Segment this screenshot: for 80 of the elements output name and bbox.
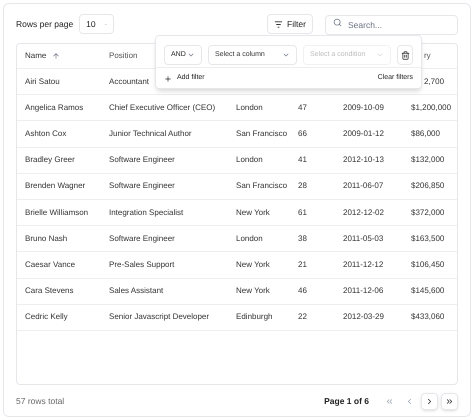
table-cell: San Francisco: [236, 128, 288, 138]
table-cell: Junior Technical Author: [109, 128, 192, 138]
table-cell: Airi Satou: [25, 76, 60, 86]
table-cell: 2011-12-06: [343, 286, 384, 296]
table-cell: 61: [298, 208, 307, 217]
table-cell: $86,000: [411, 128, 440, 138]
plus-icon: [164, 74, 172, 82]
filter-icon: [274, 20, 284, 28]
chevron-left-icon: [405, 396, 414, 406]
table-cell: Cedric Kelly: [25, 312, 68, 322]
chevron-down-icon: [282, 51, 290, 59]
column-header[interactable]: Name: [25, 50, 46, 62]
table-cell: $1,200,000: [411, 102, 452, 112]
table-cell: 2011-12-12: [343, 260, 384, 269]
filter-button[interactable]: Filter: [267, 14, 313, 34]
table-cell: Software Engineer: [109, 155, 175, 164]
table-cell: 66: [298, 128, 307, 138]
table-cell: New York: [236, 260, 270, 269]
table-cell: 2009-10-09: [343, 102, 384, 112]
table-cell: 2012-12-02: [343, 208, 384, 217]
table-cell: Caesar Vance: [25, 260, 76, 269]
search-field[interactable]: Search...: [325, 15, 458, 35]
rows-total-text: 57 rows total: [16, 394, 64, 408]
table-cell: 47: [298, 102, 307, 112]
table-cell: London: [236, 102, 263, 112]
table-cell: Bradley Greer: [25, 155, 75, 164]
pagination-button[interactable]: [441, 392, 458, 410]
double-chevron-left-icon: [385, 396, 394, 406]
table-cell: Brenden Wagner: [25, 181, 86, 190]
rows-per-page-label: Rows per page: [16, 18, 74, 30]
table-cell: London: [236, 234, 263, 243]
page-indicator: Page 1 of 6: [324, 394, 369, 408]
rows-per-page-select[interactable]: 10: [79, 14, 114, 34]
table-cell: $132,000: [411, 155, 444, 164]
delete-button[interactable]: [397, 45, 413, 65]
sort-ascending-icon: [52, 52, 60, 60]
table-cell: 2,700: [424, 76, 444, 86]
table-cell: Software Engineer: [109, 181, 175, 190]
table-cell: 2012-10-13: [343, 155, 384, 164]
table-cell: Integration Specialist: [109, 208, 184, 217]
table-cell: 46: [298, 286, 307, 296]
table-cell: Sales Assistant: [109, 286, 164, 296]
table-cell: Edinburgh: [236, 312, 272, 322]
search-icon: [333, 18, 342, 26]
column-header[interactable]: Position: [109, 50, 138, 62]
table-cell: 2011-06-07: [343, 181, 384, 190]
table-cell: Pre-Sales Support: [109, 260, 174, 269]
trash-icon: [400, 50, 410, 60]
table-cell: $206,850: [411, 181, 444, 190]
table-cell: 22: [298, 312, 307, 322]
double-chevron-right-icon: [445, 396, 454, 406]
chevron-down-icon: [376, 51, 384, 59]
table-cell: 38: [298, 234, 307, 243]
table-cell: Senior Javascript Developer: [109, 312, 210, 322]
table-cell: Brielle Williamson: [25, 208, 88, 217]
table-cell: New York: [236, 286, 270, 296]
table-cell: Accountant: [109, 76, 150, 86]
table-cell: Software Engineer: [109, 234, 175, 243]
table-cell: San Francisco: [236, 181, 288, 190]
table-cell: 28: [298, 181, 307, 190]
table-cell: $433,060: [411, 312, 444, 322]
table-cell: Chief Executive Officer (CEO): [109, 102, 216, 112]
table-cell: 41: [298, 155, 307, 164]
table-cell: $372,000: [411, 208, 444, 217]
table-cell: New York: [236, 208, 270, 217]
column-header[interactable]: ry: [424, 50, 431, 62]
table-cell: London: [236, 155, 263, 164]
table-cell: 2012-03-29: [343, 312, 384, 322]
chevron-down-icon: [187, 51, 195, 59]
table-cell: Bruno Nash: [25, 234, 68, 243]
chevron-right-icon: [425, 396, 434, 406]
table-cell: 21: [298, 260, 307, 269]
table-cell: Angelica Ramos: [25, 102, 84, 112]
table-cell: 2009-01-12: [343, 128, 384, 138]
table-cell: $145,600: [411, 286, 444, 296]
table-cell: Ashton Cox: [25, 128, 66, 138]
table-cell: 2011-05-03: [343, 234, 384, 243]
table-cell: Cara Stevens: [25, 286, 74, 296]
table-cell: $163,500: [411, 234, 444, 243]
table-cell: $106,450: [411, 260, 444, 269]
